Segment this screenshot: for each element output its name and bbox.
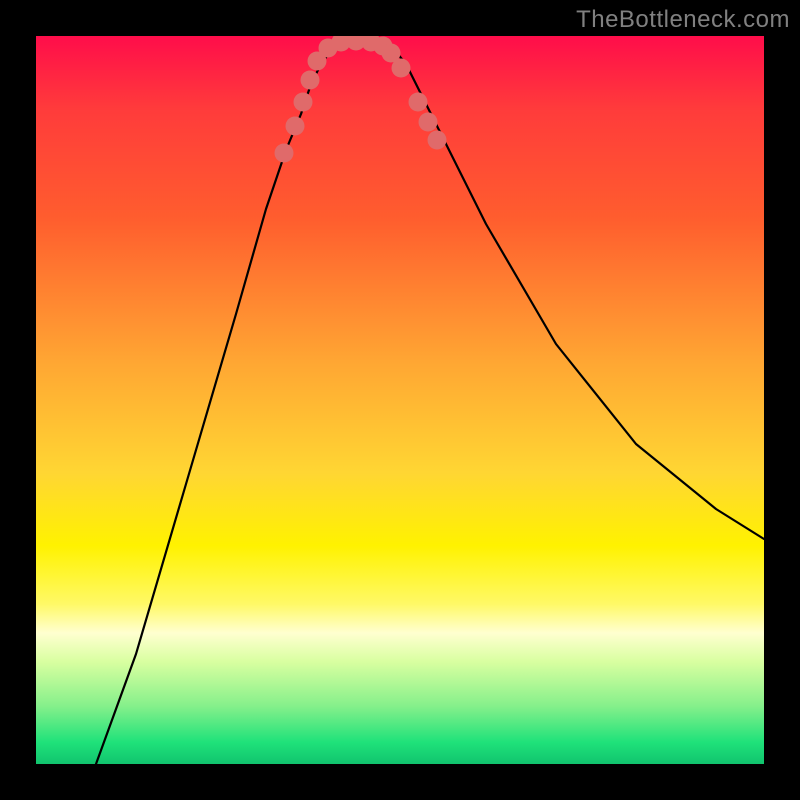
highlight-dots xyxy=(275,36,447,163)
bottleneck-curve xyxy=(96,40,764,764)
chart-frame: TheBottleneck.com xyxy=(0,0,800,800)
watermark-text: TheBottleneck.com xyxy=(576,6,790,34)
curve-svg xyxy=(36,36,764,764)
plot-area xyxy=(36,36,764,764)
